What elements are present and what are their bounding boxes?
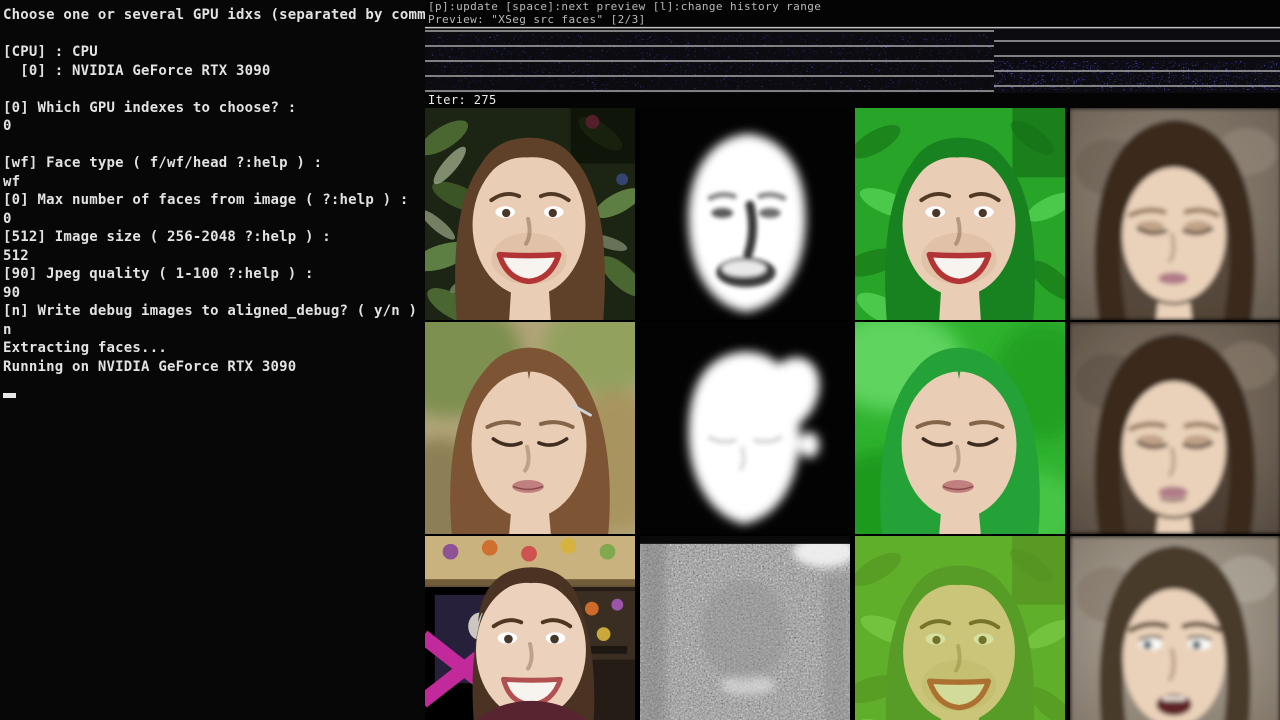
preview-cell-r2c4-predicted-face (1070, 322, 1280, 534)
preview-cell-r2c1-source-face (425, 322, 635, 534)
preview-cell-r1c4-predicted-face (1070, 108, 1280, 320)
preview-cell-r1c1-source-face (425, 108, 635, 320)
loss-history-graph (425, 29, 1280, 93)
preview-hotkeys: [p]:update [space]:next preview [l]:chan… (425, 0, 1280, 13)
terminal-panel[interactable]: Choose one or several GPU idxs (separate… (0, 0, 425, 720)
terminal-line: [0] : NVIDIA GeForce RTX 3090 (3, 62, 425, 81)
terminal-line: [wf] Face type ( f/wf/head ?:help ) : (3, 154, 425, 173)
preview-grid (425, 108, 1280, 720)
terminal-line: [90] Jpeg quality ( 1-100 ?:help ) : (3, 265, 425, 284)
terminal-line: [0] Which GPU indexes to choose? : (3, 99, 425, 118)
terminal-line: wf (3, 173, 425, 192)
preview-cell-r1c2-xseg-mask (640, 108, 850, 320)
terminal-line: 0 (3, 210, 425, 229)
terminal-line: [0] Max number of faces from image ( ?:h… (3, 191, 425, 210)
preview-cell-r3c1-source-face (425, 536, 635, 720)
terminal-line: 0 (3, 117, 425, 136)
terminal-line: [CPU] : CPU (3, 43, 425, 62)
terminal-line: Choose one or several GPU idxs (separate… (3, 6, 425, 25)
deepfacelab-screen: Choose one or several GPU idxs (separate… (0, 0, 1280, 720)
terminal-cursor (3, 393, 16, 398)
terminal-output: Choose one or several GPU idxs (separate… (3, 6, 425, 376)
preview-title: Preview: "XSeg src faces" [2/3] (425, 13, 1280, 26)
iteration-counter: Iter: 275 (425, 93, 1280, 108)
terminal-line: Extracting faces... (3, 339, 425, 358)
terminal-line: n (3, 321, 425, 340)
terminal-line (3, 80, 425, 99)
terminal-line: 512 (3, 247, 425, 266)
preview-cell-r3c4-predicted-face (1070, 536, 1280, 720)
preview-cell-r2c2-xseg-mask (640, 322, 850, 534)
terminal-line: [512] Image size ( 256-2048 ?:help ) : (3, 228, 425, 247)
terminal-line (3, 25, 425, 44)
terminal-line (3, 136, 425, 155)
preview-cell-r1c3-masked-overlay (855, 108, 1065, 320)
training-preview-window: [p]:update [space]:next preview [l]:chan… (425, 0, 1280, 720)
terminal-line: Running on NVIDIA GeForce RTX 3090 (3, 358, 425, 377)
terminal-line: [n] Write debug images to aligned_debug?… (3, 302, 425, 321)
terminal-line: 90 (3, 284, 425, 303)
preview-cell-r3c2-xseg-mask (640, 536, 850, 720)
preview-cell-r2c3-masked-overlay (855, 322, 1065, 534)
preview-cell-r3c3-masked-overlay (855, 536, 1065, 720)
